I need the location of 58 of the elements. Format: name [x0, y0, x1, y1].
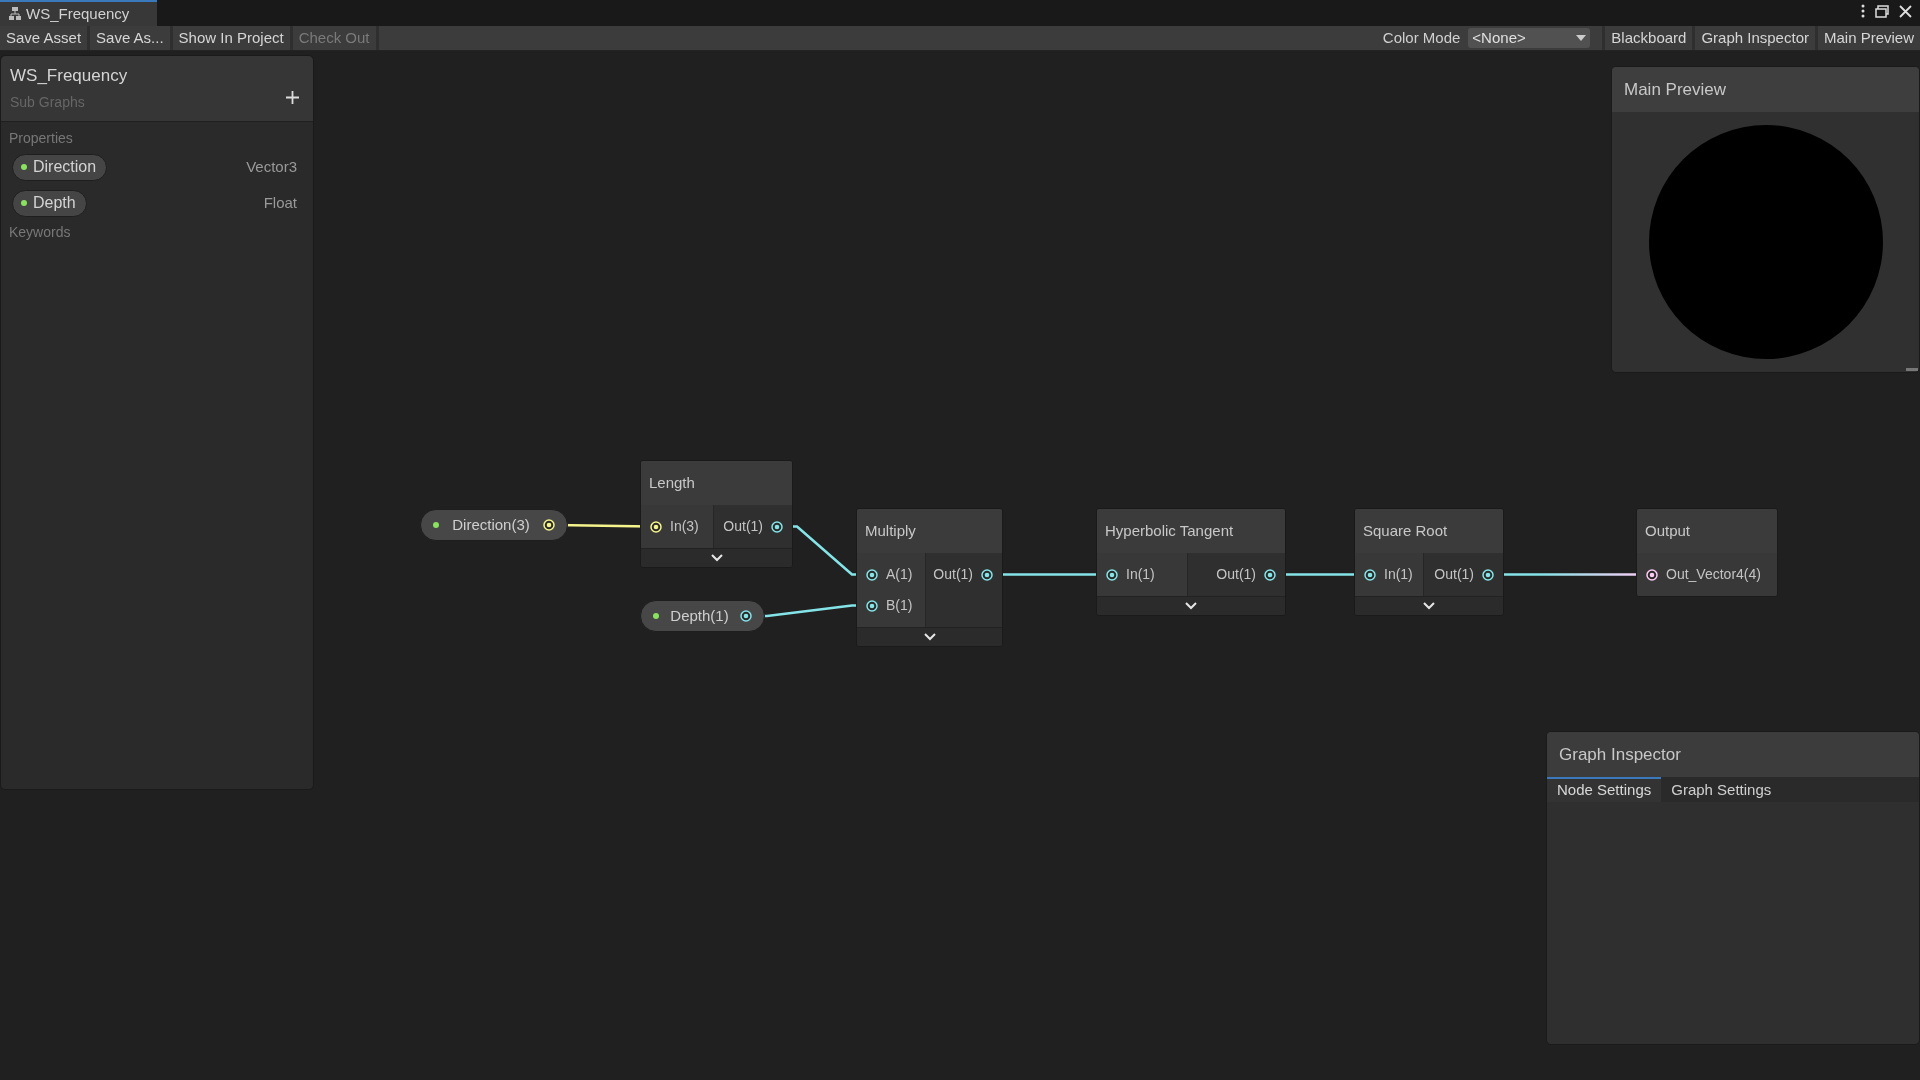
port-label: Out(1) [1434, 565, 1474, 584]
node-title: Multiply [865, 520, 916, 541]
close-icon[interactable] [1899, 4, 1912, 18]
node-title: Output [1645, 520, 1691, 541]
port-icon[interactable] [1106, 568, 1118, 581]
node-title: Length [649, 472, 695, 493]
port-label: Out(1) [1216, 565, 1256, 584]
panel-title: Main Preview [1624, 78, 1727, 101]
graph-node[interactable]: Square Root In(1) Out(1) [1354, 508, 1504, 616]
port-label: Out_Vector4(4) [1666, 565, 1761, 584]
node-label: Direction(3) [452, 514, 530, 535]
port-icon[interactable] [543, 519, 555, 531]
more-options-icon[interactable] [1861, 4, 1865, 18]
expand-chevron-icon[interactable] [1185, 602, 1197, 610]
expand-chevron-icon[interactable] [710, 554, 723, 562]
dropdown-arrow-icon [1576, 35, 1587, 41]
blackboard-title: WS_Frequency [10, 65, 129, 87]
color-mode-dropdown[interactable]: <None> [1468, 28, 1591, 48]
port-icon[interactable] [981, 568, 993, 581]
port-label: Out(1) [933, 565, 973, 584]
port-icon[interactable] [771, 520, 783, 533]
port-icon[interactable] [1264, 568, 1276, 581]
color-mode-label: Color Mode [1382, 27, 1461, 48]
port-icon[interactable] [866, 599, 878, 612]
panel-title: Graph Inspector [1559, 743, 1681, 766]
port-icon[interactable] [1482, 568, 1494, 581]
property-pill[interactable]: Direction [12, 153, 108, 181]
port-icon[interactable] [1646, 568, 1658, 581]
property-node[interactable]: Direction(3) [420, 509, 568, 541]
graph-node[interactable]: Multiply A(1) B(1) Out(1) [856, 508, 1003, 647]
graph-node[interactable]: Hyperbolic Tangent In(1) Out(1) [1096, 508, 1286, 616]
port-label: In(1) [1384, 565, 1413, 584]
port-label: B(1) [886, 596, 913, 615]
port-icon[interactable] [740, 610, 752, 622]
port-label: In(3) [670, 517, 699, 536]
property-type: Float [263, 192, 297, 213]
node-title: Hyperbolic Tangent [1105, 520, 1234, 541]
expand-chevron-icon[interactable] [923, 633, 936, 641]
inspector-tab[interactable]: Node Settings [1547, 777, 1662, 802]
port-label: A(1) [886, 565, 913, 584]
add-icon[interactable] [286, 91, 299, 104]
maximize-icon[interactable] [1875, 4, 1889, 18]
port-icon[interactable] [866, 568, 878, 581]
expand-chevron-icon[interactable] [1423, 602, 1435, 610]
property-pill[interactable]: Depth [12, 189, 87, 217]
graph-icon [8, 6, 22, 22]
port-icon[interactable] [650, 520, 662, 533]
graph-node[interactable]: Length In(3) Out(1) [640, 460, 793, 568]
graph-node[interactable]: Output Out_Vector4(4) [1636, 508, 1778, 597]
port-icon[interactable] [1364, 568, 1376, 581]
property-type: Vector3 [246, 156, 297, 177]
port-label: In(1) [1126, 565, 1155, 584]
property-node[interactable]: Depth(1) [640, 600, 765, 632]
node-label: Depth(1) [670, 605, 729, 626]
port-label: Out(1) [723, 517, 763, 536]
resize-handle[interactable] [1906, 368, 1918, 371]
document-tab[interactable]: WS_Frequency [0, 0, 157, 26]
node-title: Square Root [1363, 520, 1448, 541]
